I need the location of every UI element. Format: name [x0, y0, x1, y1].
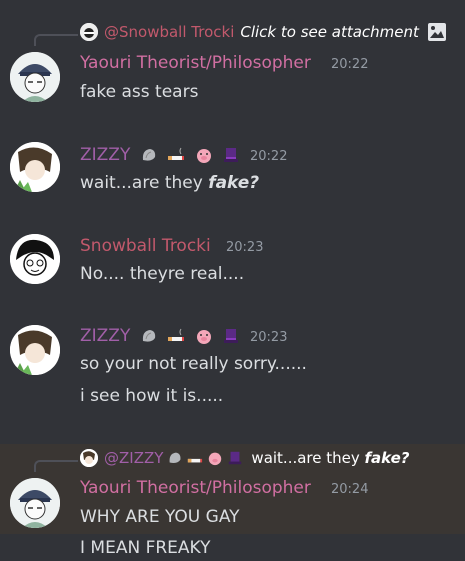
author-name[interactable]: Yaouri Theorist/Philosopher — [80, 53, 311, 73]
author-name[interactable]: ZIZZY — [80, 326, 240, 346]
avatar[interactable] — [10, 325, 60, 375]
avatar[interactable] — [10, 52, 60, 102]
reply-connector — [34, 34, 78, 46]
reply-preview[interactable]: @ZIZZY wait...are they fake? — [80, 449, 410, 467]
pig-icon — [195, 327, 213, 345]
avatar[interactable] — [10, 142, 60, 192]
author-name[interactable]: ZIZZY — [80, 145, 240, 165]
avatar[interactable] — [10, 234, 60, 284]
timestamp[interactable]: 20:22 — [250, 149, 287, 164]
reply-connector — [34, 460, 78, 472]
timestamp[interactable]: 20:23 — [250, 330, 287, 345]
author-name[interactable]: Snowball Trocki — [80, 236, 211, 256]
message-yaouri-1[interactable]: @Snowball Trocki Click to see attachment… — [0, 0, 465, 120]
author-name[interactable]: Yaouri Theorist/Philosopher — [80, 478, 311, 498]
reply-avatar — [80, 23, 98, 41]
reply-avatar — [80, 449, 98, 467]
cigarette-icon — [187, 450, 203, 466]
timestamp[interactable]: 20:23 — [226, 240, 263, 255]
message-text: fake ass tears — [80, 82, 199, 102]
message-yaouri-2[interactable]: @ZIZZY wait...are they fake? Yaouri Theo… — [0, 440, 465, 561]
cigarette-icon — [167, 327, 185, 345]
message-text-plain: wait...are they — [80, 173, 209, 193]
shell-icon — [167, 450, 183, 466]
hat-icon — [222, 327, 240, 345]
timestamp[interactable]: 20:24 — [331, 482, 368, 497]
reply-text[interactable]: Click to see attachment — [240, 23, 419, 41]
message-text: I MEAN FREAKY — [80, 538, 211, 558]
shell-icon — [140, 146, 158, 164]
reply-text-emphasis: fake? — [364, 449, 410, 467]
shell-icon — [140, 327, 158, 345]
reply-author[interactable]: @ZIZZY — [104, 449, 163, 467]
message-zizzy-1[interactable]: ZIZZY 20:22 wait...are they fake? — [0, 120, 465, 220]
reply-author[interactable]: @Snowball Trocki — [104, 23, 234, 41]
avatar[interactable] — [10, 478, 60, 528]
pig-icon — [207, 450, 223, 466]
hat-icon — [227, 450, 243, 466]
message-text: i see how it is..... — [80, 386, 224, 406]
reply-text-plain: wait...are they — [251, 449, 365, 467]
timestamp[interactable]: 20:22 — [331, 57, 368, 72]
message-zizzy-2[interactable]: ZIZZY 20:23 so your not really sorry....… — [0, 310, 465, 440]
hat-icon — [222, 146, 240, 164]
reply-preview[interactable]: @Snowball Trocki Click to see attachment — [80, 22, 447, 42]
message-text-emphasis: fake? — [208, 173, 260, 193]
message-text: wait...are they fake? — [80, 173, 259, 193]
image-icon — [427, 22, 447, 42]
message-text: WHY ARE YOU GAY — [80, 507, 240, 527]
author-name-text[interactable]: ZIZZY — [80, 326, 130, 346]
reply-text[interactable]: wait...are they fake? — [251, 449, 409, 467]
message-text: so your not really sorry...... — [80, 354, 307, 374]
author-name-text[interactable]: ZIZZY — [80, 145, 130, 165]
message-text: No.... theyre real.... — [80, 264, 245, 284]
pig-icon — [195, 146, 213, 164]
message-snowball-1[interactable]: Snowball Trocki 20:23 No.... theyre real… — [0, 220, 465, 310]
cigarette-icon — [167, 146, 185, 164]
